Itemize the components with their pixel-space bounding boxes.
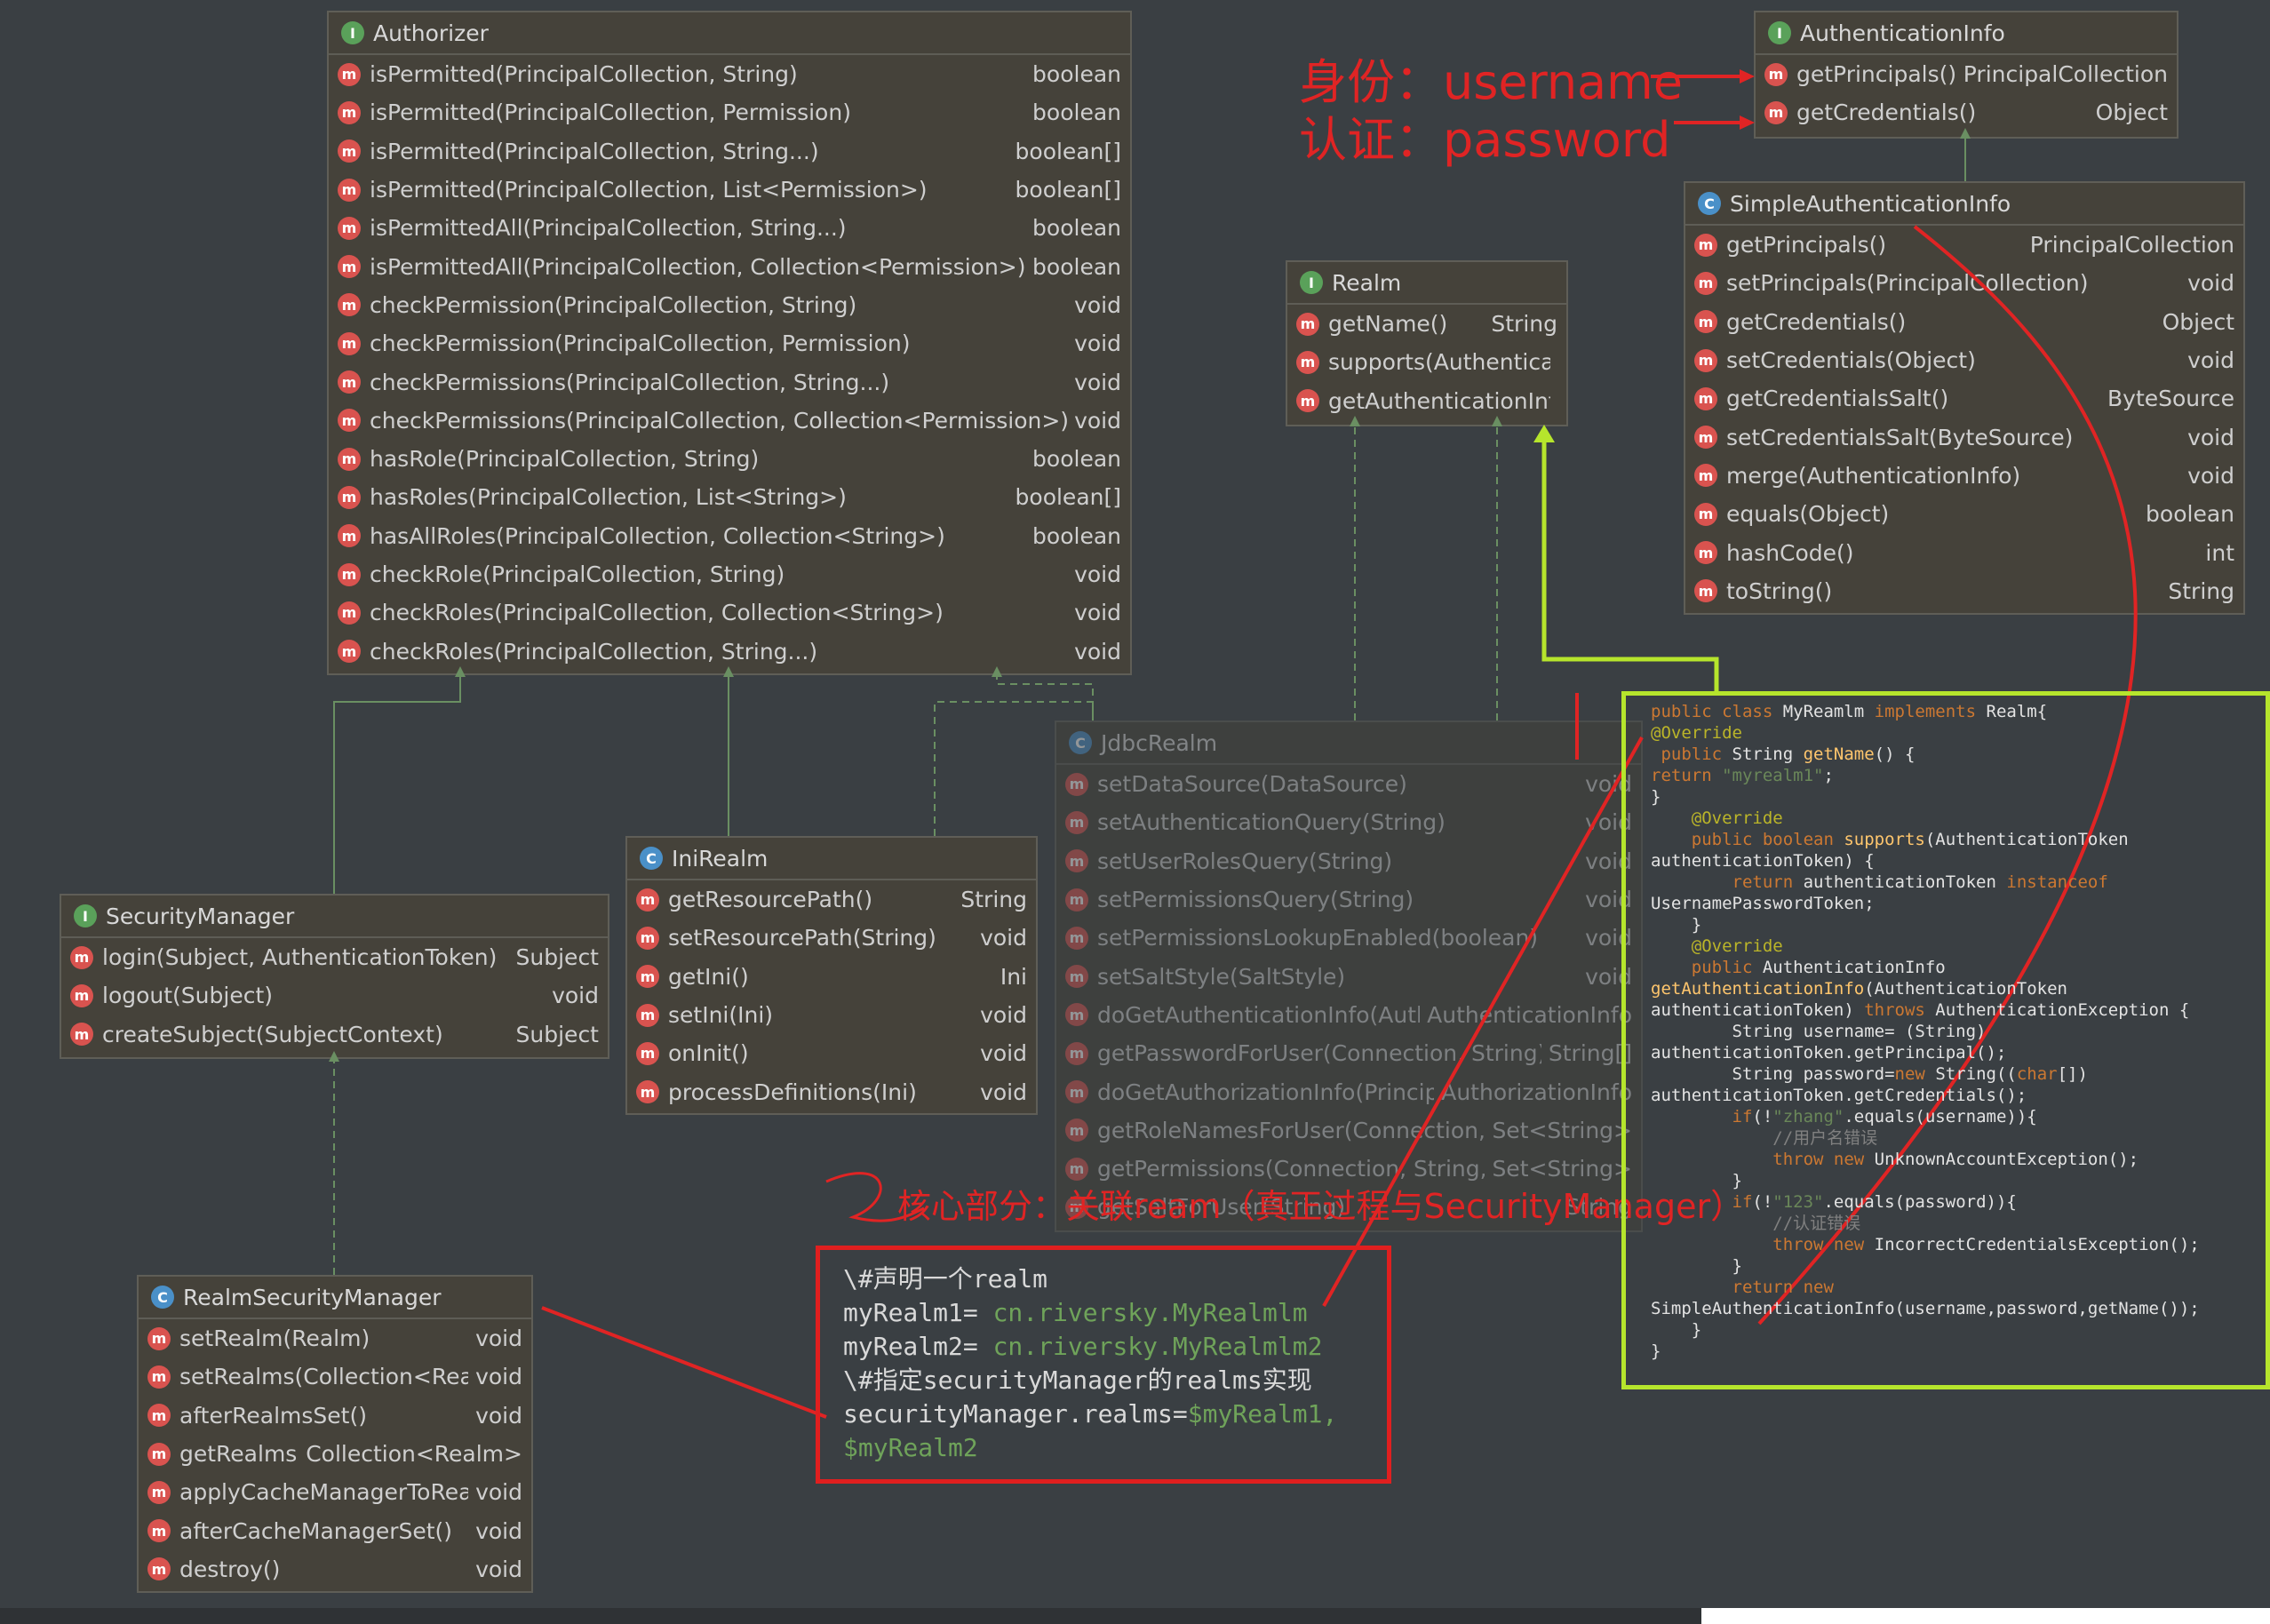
code-line: authenticationToken) { [1651, 851, 1875, 871]
code-line: throw new IncorrectCredentialsException(… [1651, 1235, 2200, 1254]
code-line: @Override [1651, 808, 1783, 828]
code-line: if(!"zhang".equals(username)){ [1651, 1107, 2037, 1126]
code-line: } [1651, 1256, 1742, 1276]
code-line: public AuthenticationInfo [1651, 958, 1946, 977]
code-line: public String getName() { [1651, 744, 1916, 764]
ini-line: $myRealm2 [843, 1433, 978, 1462]
ini-line: \#声明一个realm [843, 1264, 1048, 1294]
security-manager-to-authorizer-line [333, 677, 461, 894]
myrealm-code-box: public class MyReamlm implements Realm{ … [1621, 691, 2270, 1389]
realm-security-manager-arrow [541, 1306, 827, 1419]
code-line: } [1651, 787, 1661, 807]
code-line: } [1651, 1320, 1702, 1340]
code-to-realm-arrow [1541, 435, 1719, 691]
code-line: return authenticationToken instanceof [1651, 872, 2108, 892]
code-line: public class MyReamlm implements Realm{ [1651, 702, 2048, 721]
code-line: String password=new String((char[]) [1651, 1064, 2088, 1084]
code-line: public boolean supports(AuthenticationTo… [1651, 830, 2129, 849]
jdbc-to-authorizer-line [996, 677, 1094, 720]
code-line: UsernamePasswordToken; [1651, 894, 1875, 913]
ini-line: myRealm2= cn.riversky.MyRealmlm2 [843, 1332, 1323, 1361]
ini-line: \#指定securityManager的realms实现 [843, 1365, 1312, 1395]
code-line: //认证错误 [1651, 1214, 1861, 1233]
code-line: authenticationToken.getCredentials(); [1651, 1086, 2027, 1105]
ini-config-box: \#声明一个realm myRealm1= cn.riversky.MyReal… [816, 1246, 1391, 1484]
code-line: authenticationToken) throws Authenticati… [1651, 1000, 2190, 1020]
auth-note: 认证：password [1299, 112, 1671, 168]
core-part-note: 核心部分：关联ream（真正过程与SecurityManager） [897, 1187, 1745, 1226]
code-line: getAuthenticationInfo(AuthenticationToke… [1651, 979, 2067, 999]
code-line: throw new UnknownAccountException(); [1651, 1150, 2139, 1169]
code-line: return new [1651, 1278, 1834, 1297]
code-line: String username= (String) [1651, 1022, 1987, 1041]
ini-line: securityManager.realms=$myRealm1, [843, 1399, 1338, 1429]
code-line: @Override [1651, 723, 1742, 743]
code-line: //用户名错误 [1651, 1128, 1878, 1148]
code-line: } [1651, 915, 1702, 935]
ini-realm-to-jdbc-line [934, 701, 1094, 836]
bottom-strip [0, 1608, 1701, 1624]
code-line: } [1651, 1171, 1742, 1190]
code-line: @Override [1651, 936, 1783, 956]
ini-line: myRealm1= cn.riversky.MyRealmlm [843, 1298, 1308, 1327]
code-line: } [1651, 1341, 1661, 1361]
code-line: return "myrealm1"; [1651, 766, 1834, 785]
code-line: authenticationToken.getPrincipal(); [1651, 1043, 2007, 1063]
white-strip [1701, 1608, 2270, 1624]
code-line: if(!"123".equals(password)){ [1651, 1192, 2017, 1212]
code-line: SimpleAuthenticationInfo(username,passwo… [1651, 1299, 2200, 1318]
